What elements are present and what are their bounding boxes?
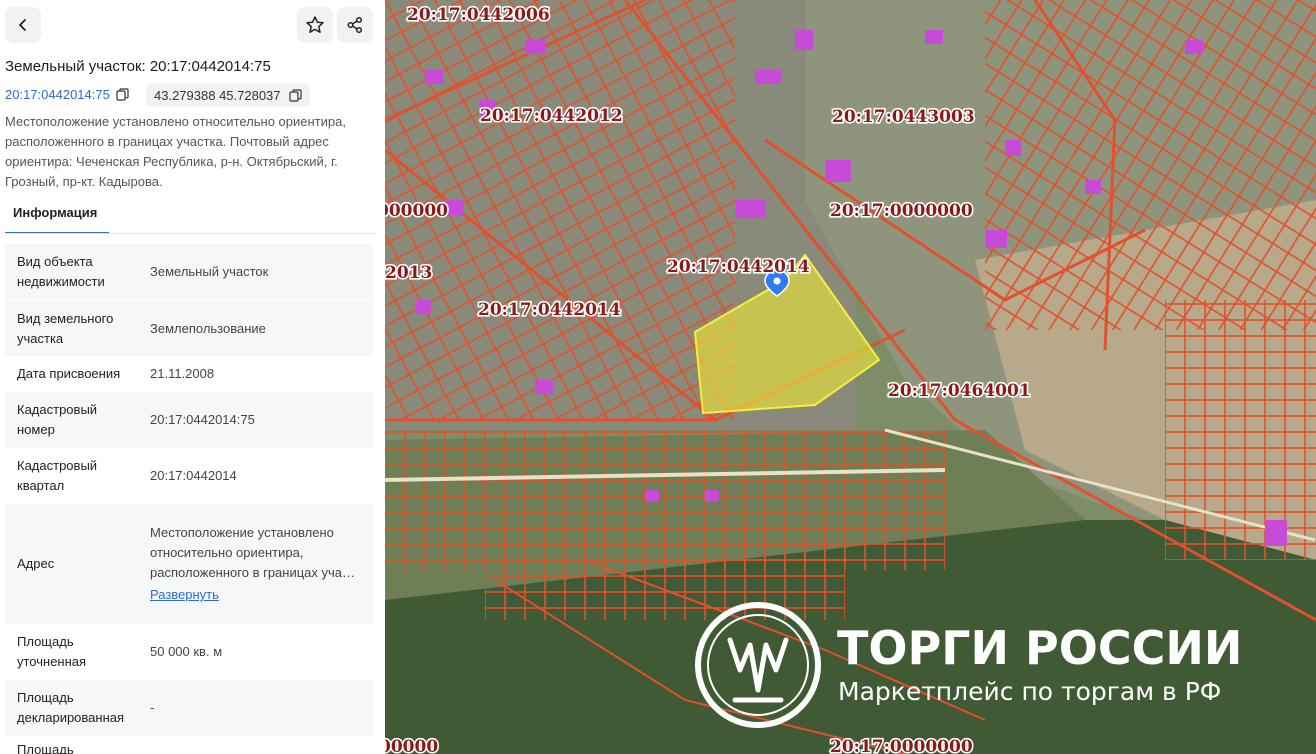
- copy-icon[interactable]: [116, 88, 129, 101]
- info-row-address: Адрес Местоположение установлено относит…: [5, 504, 373, 624]
- info-row-key: Площадь: [17, 742, 74, 754]
- star-icon: [306, 16, 324, 33]
- info-row-value: 21.11.2008: [150, 366, 215, 381]
- cad-number-text[interactable]: 20:17:0442014:75: [5, 87, 110, 102]
- info-row-value: Землепользование: [150, 320, 266, 336]
- info-row-value: Местоположение установлено относительно …: [138, 523, 373, 605]
- cadastral-label: 20:17:0442014: [478, 300, 621, 320]
- tab-information[interactable]: Информация: [5, 202, 109, 234]
- cad-number-link[interactable]: 20:17:0442014:75: [5, 87, 129, 102]
- cadastral-label: 20:17:0443003: [832, 107, 975, 127]
- info-row: Кадастровый квартал 20:17:0442014: [5, 448, 373, 504]
- cadastral-label: 20:17:0442014: [667, 257, 810, 277]
- coordinates-chip[interactable]: 43.279388 45.728037: [146, 83, 310, 107]
- info-row-value: 20:17:0442014: [150, 468, 237, 483]
- coordinates-text: 43.279388 45.728037: [154, 87, 281, 103]
- tab-divider: [5, 233, 377, 234]
- parcel-description: Местоположение установлено относительно …: [5, 114, 346, 189]
- info-table: Вид объекта недвижимости Земельный участ…: [5, 244, 373, 754]
- parcel-grid-southwest: [485, 520, 845, 620]
- cadastral-label: 000000: [385, 201, 448, 221]
- watermark-subtitle: Маркетплейс по торгам в РФ: [838, 677, 1221, 706]
- info-row-value: Земельный участок: [150, 264, 269, 279]
- map-canvas[interactable]: 20:17:0442006 20:17:0442012 20:17:044300…: [385, 0, 1316, 754]
- cadastral-label: 20:17:0442006: [407, 5, 550, 25]
- parcel-grid-east: [985, 0, 1316, 330]
- info-row-key: Площадь уточненная: [17, 634, 87, 669]
- cadastral-label: 20:17:0000000: [830, 737, 973, 754]
- favorite-button[interactable]: [297, 7, 333, 43]
- chevron-left-icon: [19, 19, 26, 31]
- info-row-value: 20:17:0442014:75: [150, 412, 255, 427]
- address-value: Местоположение установлено относительно …: [150, 525, 356, 580]
- info-row-value: -: [150, 700, 155, 715]
- map-view[interactable]: 20:17:0442006 20:17:0442012 20:17:044300…: [385, 0, 1316, 754]
- share-button[interactable]: [337, 7, 373, 43]
- cadastral-label: 00000: [385, 737, 438, 754]
- back-button[interactable]: [5, 7, 41, 43]
- page-title: Земельный участок: 20:17:0442014:75: [5, 58, 271, 75]
- expand-link[interactable]: Развернуть: [150, 585, 367, 605]
- info-row: Кадастровый номер 20:17:0442014:75: [5, 392, 373, 448]
- info-row: Вид объекта недвижимости Земельный участ…: [5, 244, 373, 300]
- info-row-value: 50 000 кв. м: [150, 644, 223, 659]
- info-row-key: Адрес: [17, 556, 55, 571]
- share-icon: [347, 16, 363, 34]
- info-row: Дата присвоения 21.11.2008: [5, 356, 373, 392]
- watermark-title: ТОРГИ РОССИИ: [837, 621, 1242, 675]
- cadastral-label: 20:17:0442012: [480, 106, 623, 126]
- info-row: Площадь декларированная -: [5, 680, 373, 736]
- info-row-key: Вид земельного участка: [17, 310, 114, 346]
- panel-toolbar: [0, 0, 385, 50]
- info-row-key: Кадастровый квартал: [17, 458, 98, 493]
- info-row-key: Дата присвоения: [17, 366, 121, 381]
- cadastral-label: 20:17:0000000: [830, 201, 973, 221]
- info-row: Вид земельного участка Землепользование: [5, 300, 373, 356]
- info-row-key: Вид объекта недвижимости: [17, 254, 105, 289]
- cadastral-label: 20:17:0464001: [888, 381, 1031, 401]
- info-panel: Земельный участок: 20:17:0442014:75 20:1…: [0, 0, 385, 754]
- info-row: Площадь уточненная 50 000 кв. м: [5, 624, 373, 680]
- info-row: Площадь: [5, 736, 373, 754]
- copy-icon[interactable]: [288, 88, 302, 102]
- info-row-key: Кадастровый номер: [17, 402, 98, 437]
- info-row-key: Площадь декларированная: [17, 690, 125, 725]
- cadastral-label: 2013: [385, 263, 432, 283]
